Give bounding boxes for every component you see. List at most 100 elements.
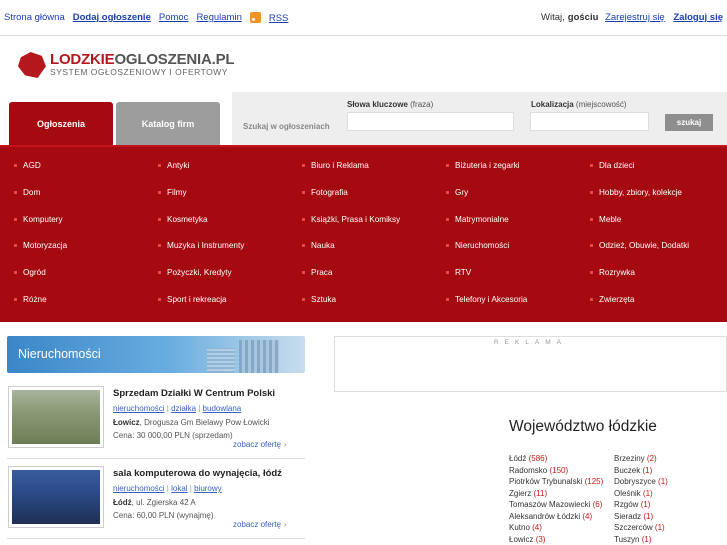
- listing-price: Cena: 30 000,00 PLN (sprzedam): [113, 431, 233, 440]
- region-city-item[interactable]: Tomaszów Mazowiecki (6): [509, 499, 603, 511]
- listing-tag[interactable]: działka: [171, 404, 196, 413]
- category-link[interactable]: Rozrywka: [576, 260, 727, 287]
- listing-tag[interactable]: lokal: [171, 484, 187, 493]
- category-link[interactable]: Biżuteria i zegarki: [432, 153, 576, 180]
- region-city-item[interactable]: Aleksandrów Łódzki (4): [509, 511, 603, 523]
- city-name[interactable]: Szczerców: [614, 523, 653, 532]
- city-name[interactable]: Łowicz: [509, 535, 533, 544]
- city-name[interactable]: Kutno: [509, 523, 530, 532]
- tab-ads[interactable]: Ogłoszenia: [9, 102, 113, 145]
- listing-more-link[interactable]: zobacz ofertę ›: [233, 440, 287, 449]
- help-link[interactable]: Pomoc: [159, 12, 189, 24]
- rss-link[interactable]: RSS: [269, 13, 289, 24]
- rss-link-wrap[interactable]: RSS: [249, 12, 297, 24]
- city-name[interactable]: Sieradz: [614, 512, 641, 521]
- category-link[interactable]: Nauka: [288, 233, 432, 260]
- city-name[interactable]: Tuszyn: [614, 535, 640, 544]
- logo-title-red: LODZKIE: [50, 51, 115, 68]
- city-name[interactable]: Dobryszyce: [614, 477, 656, 486]
- city-name[interactable]: Rzgów: [614, 500, 638, 509]
- region-city-item[interactable]: Łódź (586): [509, 453, 603, 465]
- region-city-item[interactable]: Radomsko (150): [509, 465, 603, 477]
- category-link[interactable]: Meble: [576, 207, 727, 234]
- city-count: (1): [654, 523, 665, 532]
- tab-catalog[interactable]: Katalog firm: [116, 102, 220, 145]
- tab-strip: Ogłoszenia Katalog firm Szukaj w ogłosze…: [0, 92, 727, 145]
- site-logo[interactable]: LODZKIEOGLOSZENIA.PL SYSTEM OGŁOSZENIOWY…: [18, 50, 235, 80]
- listing-title[interactable]: Sprzedam Działki W Centrum Polski: [113, 388, 275, 399]
- category-link[interactable]: Sport i rekreacja: [144, 287, 288, 314]
- keywords-input[interactable]: [347, 112, 514, 131]
- category-link[interactable]: Sztuka: [288, 287, 432, 314]
- region-city-item[interactable]: Piotrków Trybunalski (125): [509, 476, 603, 488]
- region-city-item[interactable]: Rzgów (1): [614, 499, 668, 511]
- category-link[interactable]: Antyki: [144, 153, 288, 180]
- region-city-item[interactable]: Zgierz (11): [509, 488, 603, 500]
- category-grid: AGD Antyki Biuro i Reklama Biżuteria i zega…: [0, 153, 727, 314]
- register-link[interactable]: Zarejestruj się: [605, 12, 665, 23]
- city-name[interactable]: Tomaszów Mazowiecki: [509, 500, 590, 509]
- home-link[interactable]: Strona główna: [4, 12, 65, 24]
- login-link[interactable]: Zaloguj się: [673, 12, 723, 23]
- category-link[interactable]: Praca: [288, 260, 432, 287]
- section-header-real-estate[interactable]: Nieruchomości: [7, 336, 305, 373]
- listing-price: Cena: 60,00 PLN (wynajmę): [113, 511, 214, 520]
- category-link[interactable]: Hobby, zbiory, kolekcje: [576, 180, 727, 207]
- category-link[interactable]: Telefony i Akcesoria: [432, 287, 576, 314]
- category-link[interactable]: Gry: [432, 180, 576, 207]
- region-city-item[interactable]: Dobryszyce (1): [614, 476, 668, 488]
- add-ad-link[interactable]: Dodaj ogłoszenie: [73, 12, 151, 24]
- category-link[interactable]: Filmy: [144, 180, 288, 207]
- category-link[interactable]: Matrymonialne: [432, 207, 576, 234]
- city-name[interactable]: Aleksandrów Łódzki: [509, 512, 580, 521]
- terms-link[interactable]: Regulamin: [196, 12, 241, 24]
- category-link[interactable]: Biuro i Reklama: [288, 153, 432, 180]
- listing-thumbnail[interactable]: [8, 466, 104, 528]
- listing-thumbnail[interactable]: [8, 386, 104, 448]
- city-name[interactable]: Brzeziny: [614, 454, 645, 463]
- region-city-item[interactable]: Buczek (1): [614, 465, 668, 477]
- category-link[interactable]: Komputery: [0, 207, 144, 234]
- region-city-item[interactable]: Szczerców (1): [614, 522, 668, 534]
- city-name[interactable]: Łódź: [509, 454, 526, 463]
- city-name[interactable]: Zgierz: [509, 489, 531, 498]
- category-link[interactable]: Książki, Prasa i Komiksy: [288, 207, 432, 234]
- region-city-item[interactable]: Kutno (4): [509, 522, 603, 534]
- category-link[interactable]: Dom: [0, 180, 144, 207]
- category-link[interactable]: Pożyczki, Kredyty: [144, 260, 288, 287]
- region-city-item[interactable]: Łowicz (3): [509, 534, 603, 545]
- category-link[interactable]: Dla dzieci: [576, 153, 727, 180]
- region-city-list: Brzeziny (2) Buczek (1) Dobryszyce (1) Oleś…: [614, 453, 668, 545]
- category-link[interactable]: Różne: [0, 287, 144, 314]
- category-link[interactable]: Zwierzęta: [576, 287, 727, 314]
- location-input[interactable]: [530, 112, 649, 131]
- category-link[interactable]: Odzież, Obuwie, Dodatki: [576, 233, 727, 260]
- city-name[interactable]: Piotrków Trybunalski: [509, 477, 582, 486]
- category-link[interactable]: RTV: [432, 260, 576, 287]
- city-count: (11): [533, 488, 548, 498]
- category-link[interactable]: Muzyka i Instrumenty: [144, 233, 288, 260]
- city-name[interactable]: Buczek: [614, 466, 640, 475]
- listing-tag[interactable]: nieruchomości: [113, 404, 165, 413]
- city-name[interactable]: Radomsko: [509, 466, 547, 475]
- region-city-item[interactable]: Brzeziny (2): [614, 453, 668, 465]
- category-link[interactable]: Motoryzacja: [0, 233, 144, 260]
- category-link[interactable]: AGD: [0, 153, 144, 180]
- listing-tag[interactable]: budowlana: [203, 404, 242, 413]
- region-city-item[interactable]: Sieradz (1): [614, 511, 668, 523]
- region-city-item[interactable]: Tuszyn (1): [614, 534, 668, 545]
- listing-title[interactable]: sala komputerowa do wynajęcia, łódź: [113, 468, 282, 479]
- category-link[interactable]: Ogród: [0, 260, 144, 287]
- ad-box[interactable]: REKLAMA: [334, 336, 727, 392]
- listing-more-link[interactable]: zobacz ofertę ›: [233, 520, 287, 529]
- region-city-item[interactable]: Oleśnik (1): [614, 488, 668, 500]
- listing-tag[interactable]: biurowy: [194, 484, 222, 493]
- city-count: (150): [549, 465, 569, 475]
- category-link[interactable]: Kosmetyka: [144, 207, 288, 234]
- category-link[interactable]: Fotografia: [288, 180, 432, 207]
- listing-tag[interactable]: nieruchomości: [113, 484, 165, 493]
- category-link[interactable]: Nieruchomości: [432, 233, 576, 260]
- city-name[interactable]: Oleśnik: [614, 489, 641, 498]
- search-button[interactable]: szukaj: [665, 114, 713, 131]
- building-graphic: [239, 340, 279, 373]
